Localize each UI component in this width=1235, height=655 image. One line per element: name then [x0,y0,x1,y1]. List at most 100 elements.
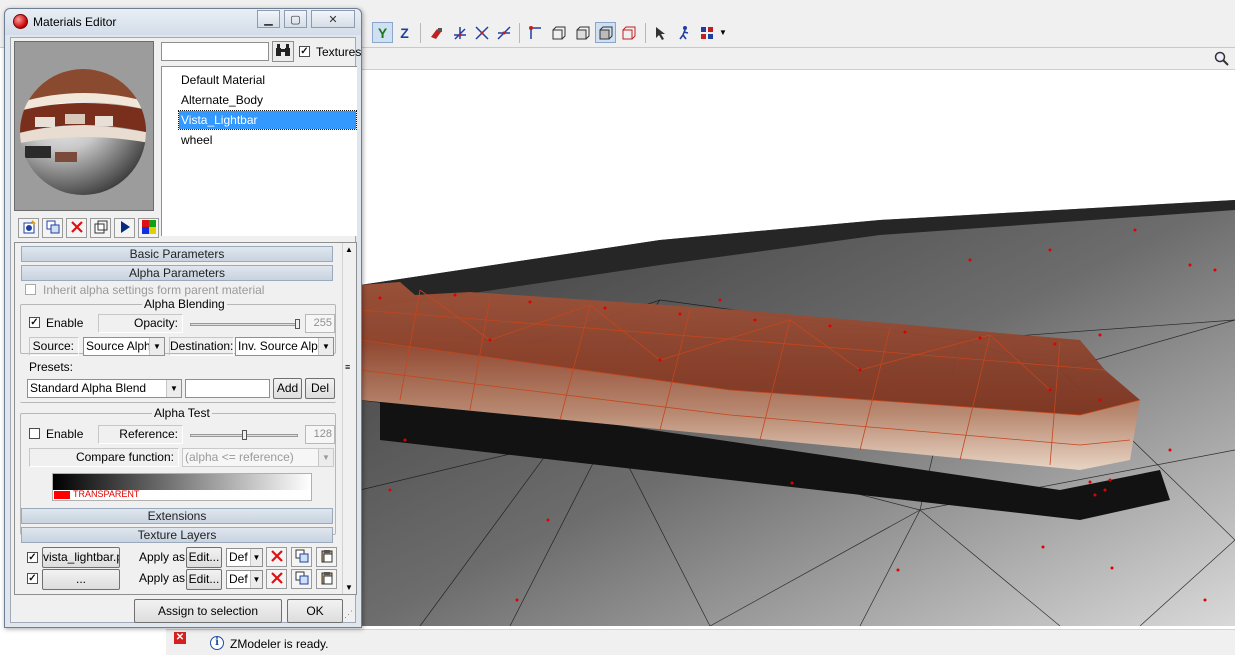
toolbar-separator [519,23,520,43]
axis-y-toggle[interactable]: Y [372,22,393,43]
multi-select-icon[interactable] [696,22,717,43]
textures-checkbox[interactable]: ✓ [299,46,310,57]
pointer-icon[interactable] [650,22,671,43]
copy-material-button[interactable] [42,218,63,238]
play-button[interactable] [114,218,135,238]
model-render [360,200,1235,626]
duplicate-icon [94,220,108,237]
alpha-test-enable-checkbox[interactable] [29,428,40,439]
walker-icon[interactable] [673,22,694,43]
scroll-down-icon[interactable]: ▼ [345,583,353,592]
axis-z-toggle[interactable]: Z [394,22,415,43]
paste-layer-button[interactable] [316,547,337,567]
destination-label: Destination: [169,337,234,356]
section-extensions[interactable]: Extensions [21,508,333,524]
section-texture-layers[interactable]: Texture Layers [21,527,333,543]
opacity-slider-thumb[interactable] [295,319,300,329]
duplicate-button[interactable] [90,218,111,238]
remove-layer-button[interactable] [266,569,287,589]
chevron-down-icon[interactable]: ▼ [716,22,730,43]
list-item[interactable]: wheel [179,131,356,149]
magnet-icon[interactable] [425,22,446,43]
layer-edit-button[interactable]: Edit... [186,569,222,590]
maximize-button[interactable]: ▢ [284,10,307,28]
layer-mode-select[interactable]: Def ▼ [226,570,263,589]
select-mesh-icon[interactable] [595,22,616,43]
new-material-button[interactable] [18,218,39,238]
scroll-up-icon[interactable]: ▲ [345,245,353,254]
close-button[interactable]: ✕ [311,10,355,28]
select-face-icon[interactable] [548,22,569,43]
source-select-value: Source Alpha [86,339,158,353]
alpha-gradient-preview: TRANSPARENT [52,473,312,501]
scroll-grip-icon[interactable]: ≡ [345,363,350,372]
delete-icon [270,549,284,566]
layer-enable-checkbox[interactable]: ✓ [27,552,38,563]
minimize-button[interactable]: ▁ [257,10,280,28]
presets-select[interactable]: Standard Alpha Blend ▼ [27,379,182,398]
blend-enable-label: Enable [46,316,84,330]
destination-select[interactable]: Inv. Source Alpha ▼ [235,337,334,356]
window-title: Materials Editor [33,15,117,29]
opacity-value[interactable]: 255 [305,314,335,333]
copy-layer-button[interactable] [291,547,312,567]
info-icon: i [210,636,224,650]
opacity-slider[interactable] [190,323,298,326]
close-icon[interactable]: ✕ [174,632,186,644]
toolbar-separator [420,23,421,43]
list-item[interactable]: Alternate_Body [179,91,356,109]
list-item-selected[interactable]: Vista_Lightbar [178,110,357,130]
layer-enable-checkbox[interactable]: ✓ [27,573,38,584]
palette-icon [141,219,156,237]
reference-value[interactable]: 128 [305,425,335,444]
new-material-icon [22,219,36,237]
compare-function-value: (alpha <= reference) [185,450,294,464]
status-text: ZModeler is ready. [230,637,329,651]
copy-layer-button[interactable] [291,569,312,589]
select-vertex-icon[interactable] [525,22,546,43]
chevron-down-icon: ▼ [250,549,262,566]
layer-mode-select[interactable]: Def ▼ [226,548,263,567]
layer-file-button[interactable]: vista_lightbar.png [42,547,120,568]
toolbar-separator [645,23,646,43]
zoom-icon[interactable] [1213,50,1231,67]
vertical-scrollbar[interactable]: ▲ ≡ ▼ [342,243,356,594]
color-palette-button[interactable] [138,218,159,238]
inherit-alpha-checkbox[interactable] [25,284,36,295]
layer-file-button[interactable]: ... [42,569,120,590]
delete-preset-button[interactable]: Del [305,378,335,399]
layer-mode-value: Def [229,572,248,586]
section-basic-parameters[interactable]: Basic Parameters [21,246,333,262]
chevron-down-icon: ▼ [149,338,164,355]
ok-button[interactable]: OK [287,599,343,623]
blend-enable-checkbox[interactable]: ✓ [29,317,40,328]
materials-editor-window[interactable]: Materials Editor ▁ ▢ ✕ ✓ Textures Defaul… [4,8,362,628]
select-object-icon[interactable] [572,22,593,43]
status-bar: ✕ i ZModeler is ready. [166,629,1235,655]
find-button[interactable] [272,41,294,62]
axis-cross-icon[interactable] [471,22,492,43]
assign-to-selection-button[interactable]: Assign to selection [134,599,282,623]
axis-skew-icon[interactable] [493,22,514,43]
select-all-icon[interactable] [618,22,639,43]
section-alpha-parameters[interactable]: Alpha Parameters [21,265,333,281]
axis-move-icon[interactable] [449,22,470,43]
parameters-pane[interactable]: Basic Parameters Alpha Parameters Inheri… [14,242,357,595]
3d-viewport[interactable] [360,70,1235,626]
source-select[interactable]: Source Alpha ▼ [83,337,165,356]
play-icon [118,220,132,237]
paste-layer-button[interactable] [316,569,337,589]
resize-grip-icon[interactable]: ⋰ [344,609,353,620]
paste-icon [320,571,334,588]
layer-edit-button[interactable]: Edit... [186,547,222,568]
compare-function-select[interactable]: (alpha <= reference) ▼ [182,448,334,467]
list-item[interactable]: Default Material [179,71,356,89]
material-search-input[interactable] [161,42,269,61]
textures-label: Textures [316,45,362,59]
remove-layer-button[interactable] [266,547,287,567]
title-bar[interactable]: Materials Editor ▁ ▢ ✕ [5,9,361,35]
delete-material-button[interactable] [66,218,87,238]
reference-slider-thumb[interactable] [242,430,247,440]
preset-name-input[interactable] [185,379,270,398]
add-preset-button[interactable]: Add [273,378,302,399]
